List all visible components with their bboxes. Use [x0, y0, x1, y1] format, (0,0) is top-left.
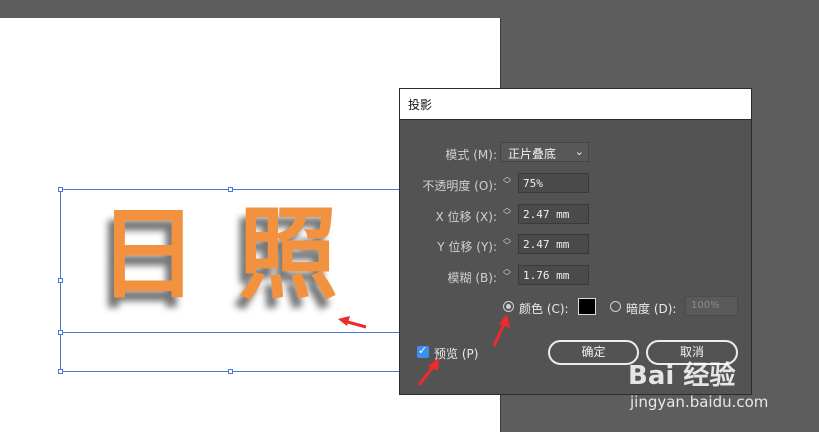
selection-handle-top-middle[interactable] [228, 187, 233, 192]
y-offset-label: Y 位移 (Y): [437, 240, 497, 254]
drop-shadow-dialog: 投影 模式 (M): 正片叠底 ⌄ 不透明度 (O): ︿ ﹀ 75% X 位移 … [399, 88, 752, 395]
color-label: 颜色 (C): [519, 302, 569, 316]
blend-mode-select[interactable]: 正片叠底 ⌄ [500, 142, 589, 162]
x-offset-value: 2.47 mm [523, 208, 570, 221]
selection-handle-middle-left[interactable] [58, 278, 63, 283]
opacity-stepper[interactable]: ︿ ﹀ [500, 173, 514, 191]
opacity-value: 75% [523, 177, 543, 190]
opacity-label: 不透明度 (O): [422, 179, 497, 193]
darkness-value: 100% [691, 300, 720, 311]
watermark-logo: Bai 经验 [628, 361, 736, 391]
x-offset-label: X 位移 (X): [435, 210, 497, 224]
radio-selected-dot [506, 304, 511, 309]
selection-bounding-box[interactable] [60, 189, 400, 372]
ok-button[interactable]: 确定 [548, 340, 639, 365]
y-offset-input[interactable]: 2.47 mm [518, 234, 589, 254]
chevron-down-icon: ⌄ [574, 145, 584, 158]
selection-handle-bottom-middle[interactable] [228, 369, 233, 374]
shadow-color-swatch[interactable] [578, 298, 596, 315]
x-offset-stepper[interactable]: ︿ ﹀ [500, 204, 514, 222]
mode-label: 模式 (M): [445, 148, 497, 162]
annotation-arrow-canvas [338, 316, 367, 329]
dialog-title: 投影 [408, 98, 433, 112]
blur-value: 1.76 mm [523, 269, 570, 282]
x-offset-input[interactable]: 2.47 mm [518, 204, 589, 224]
y-offset-stepper[interactable]: ︿ ﹀ [500, 234, 514, 252]
darkness-radio[interactable] [610, 301, 621, 312]
selection-handle-top-left[interactable] [58, 187, 63, 192]
opacity-input[interactable]: 75% [518, 173, 589, 193]
annotation-arrow-preview [417, 358, 439, 386]
blur-stepper[interactable]: ︿ ﹀ [500, 265, 514, 283]
blur-input[interactable]: 1.76 mm [518, 265, 589, 285]
annotation-arrow-color [492, 314, 510, 347]
blend-mode-value: 正片叠底 [508, 147, 557, 161]
baidu-watermark: Bai 经验 jingyan.baidu.com [628, 355, 818, 417]
darkness-label: 暗度 (D): [626, 302, 677, 316]
selection-handle-lower-left[interactable] [58, 330, 63, 335]
watermark-url: jingyan.baidu.com [630, 393, 769, 411]
y-offset-value: 2.47 mm [523, 238, 570, 251]
darkness-input[interactable]: 100% [685, 296, 738, 316]
blur-label: 模糊 (B): [447, 271, 497, 285]
selection-handle-bottom-left[interactable] [58, 369, 63, 374]
dialog-titlebar[interactable]: 投影 [400, 89, 751, 120]
